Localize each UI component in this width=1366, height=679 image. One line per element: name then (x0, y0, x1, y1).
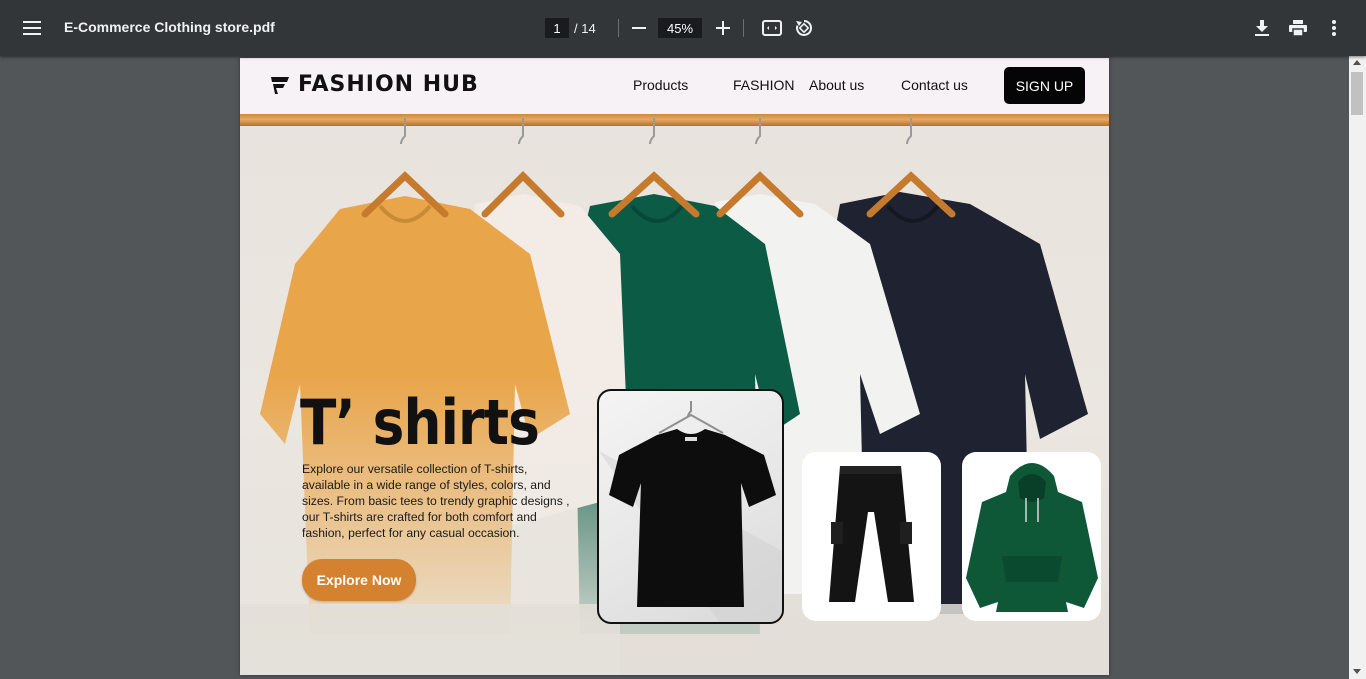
plus-icon[interactable] (711, 17, 735, 39)
hero-title: T’ shirts (300, 386, 540, 459)
download-icon[interactable] (1250, 16, 1274, 40)
hero-description: Explore our versatile collection of T-sh… (302, 462, 570, 540)
nav-about[interactable]: About us (809, 77, 864, 93)
product-card-black-tshirt[interactable] (597, 389, 784, 624)
nav-products[interactable]: Products (633, 77, 688, 93)
hero-banner: T’ shirts Explore our versatile collecti… (240, 114, 1109, 675)
logo-text: FASHION HUB (298, 72, 479, 97)
scroll-down-arrow[interactable] (1353, 669, 1361, 674)
nav-contact[interactable]: Contact us (901, 77, 968, 93)
vertical-scrollbar[interactable] (1349, 56, 1366, 679)
site-logo[interactable]: FASHION HUB (270, 72, 479, 97)
logo-mark-icon (271, 76, 289, 94)
scroll-thumb[interactable] (1351, 72, 1363, 115)
rotate-icon[interactable] (791, 16, 817, 40)
print-icon[interactable] (1285, 16, 1311, 40)
scroll-up-arrow[interactable] (1353, 60, 1361, 65)
page-number-input[interactable]: 1 (545, 18, 569, 38)
page-total: / 14 (574, 21, 596, 36)
pdf-toolbar: E-Commerce Clothing store.pdf 1 / 14 45% (0, 0, 1366, 56)
document-title: E-Commerce Clothing store.pdf (64, 19, 275, 35)
pdf-page: FASHION HUB Products FASHION About us Co… (240, 58, 1109, 675)
black-tshirt-image (599, 401, 782, 622)
product-card-green-hoodie[interactable] (962, 452, 1101, 621)
more-vert-icon[interactable] (1322, 16, 1346, 40)
product-card-black-cargo-pants[interactable] (802, 452, 941, 621)
green-hoodie-image (966, 463, 1098, 612)
nav-fashion[interactable]: FASHION (733, 77, 794, 93)
menu-icon[interactable] (16, 14, 48, 42)
signup-button[interactable]: SIGN UP (1004, 67, 1085, 104)
fit-page-icon[interactable] (759, 16, 785, 40)
minus-icon[interactable] (627, 17, 651, 39)
explore-now-button[interactable]: Explore Now (302, 559, 416, 601)
divider (618, 19, 619, 37)
cargo-pants-image (829, 466, 914, 602)
site-navbar: FASHION HUB Products FASHION About us Co… (240, 58, 1109, 114)
zoom-input[interactable]: 45% (658, 18, 702, 38)
divider (743, 19, 744, 37)
